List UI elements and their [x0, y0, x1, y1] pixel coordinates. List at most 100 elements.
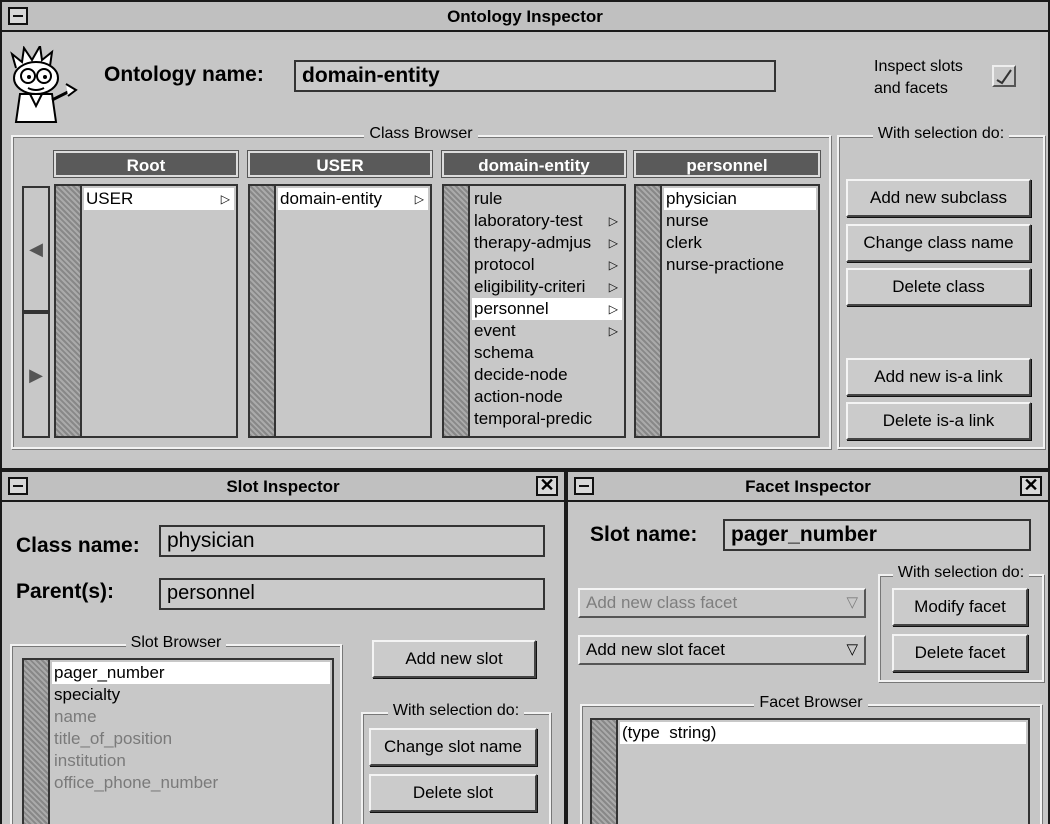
- class-item-label: nurse-practione: [666, 255, 785, 274]
- scroll-right-button[interactable]: ▶: [22, 312, 50, 438]
- class-item-label: clerk: [666, 233, 702, 252]
- professor-mascot-icon: [10, 46, 78, 123]
- add-slot-facet-dropdown[interactable]: Add new slot facet ▽: [578, 635, 866, 665]
- inspect-label-line1: Inspect slots: [874, 58, 963, 75]
- chevron-down-icon: ▽: [846, 641, 858, 658]
- add-class-facet-dropdown: Add new class facet ▽: [578, 588, 866, 618]
- slot-name-label: Slot name:: [590, 523, 698, 546]
- dropdown-label: Add new class facet: [586, 593, 738, 612]
- slot-list: pager_number specialty name title_of_pos…: [22, 658, 334, 824]
- close-icon[interactable]: ✕: [536, 476, 558, 496]
- list-stripe: [444, 186, 470, 436]
- change-slot-name-button[interactable]: Change slot name: [369, 728, 537, 766]
- expand-arrow-icon: ▷: [608, 258, 618, 272]
- class-item-label: laboratory-test: [474, 211, 583, 230]
- window-title: Facet Inspector: [745, 477, 871, 496]
- class-item-label: temporal-predic: [474, 409, 593, 428]
- parents-label: Parent(s):: [16, 580, 115, 603]
- column-header-personnel: personnel: [633, 150, 821, 178]
- class-name-field[interactable]: physician: [159, 525, 545, 557]
- parents-field[interactable]: personnel: [159, 578, 545, 610]
- class-item-label: protocol: [474, 255, 535, 274]
- class-item-domain-entity[interactable]: domain-entity ▷: [278, 188, 428, 210]
- delete-slot-button[interactable]: Delete slot: [369, 774, 537, 812]
- change-class-name-button[interactable]: Change class name: [846, 224, 1031, 262]
- class-item-temporal-predic[interactable]: temporal-predic: [472, 408, 622, 430]
- list-stripe: [24, 660, 50, 824]
- ontology-name-label: Ontology name:: [104, 63, 264, 86]
- expand-arrow-icon: ▷: [608, 214, 618, 228]
- expand-arrow-icon: ▷: [414, 192, 424, 206]
- slot-item-pager-number[interactable]: pager_number: [52, 662, 330, 684]
- class-item-therapy-admjus[interactable]: therapy-admjus ▷: [472, 232, 622, 254]
- add-isa-link-button[interactable]: Add new is-a link: [846, 358, 1031, 396]
- expand-arrow-icon: ▷: [608, 280, 618, 294]
- slot-item-specialty[interactable]: specialty: [52, 684, 330, 706]
- slot-item-institution[interactable]: institution: [52, 750, 330, 772]
- slot-item-office-phone-number[interactable]: office_phone_number: [52, 772, 330, 794]
- inspect-label-line2: and facets: [874, 80, 948, 97]
- facet-item-type-string[interactable]: (type string): [620, 722, 1026, 744]
- class-item-label: physician: [666, 189, 737, 208]
- expand-arrow-icon: ▷: [608, 236, 618, 250]
- column-header-root: Root: [53, 150, 239, 178]
- add-subclass-button[interactable]: Add new subclass: [846, 179, 1031, 217]
- class-item-physician[interactable]: physician: [664, 188, 816, 210]
- facet-titlebar[interactable]: Facet Inspector ✕: [568, 472, 1048, 502]
- class-item-clerk[interactable]: clerk: [664, 232, 816, 254]
- checkmark-icon: [996, 69, 1012, 85]
- class-item-label: domain-entity: [280, 189, 383, 208]
- class-item-personnel[interactable]: personnel ▷: [472, 298, 622, 320]
- delete-facet-button[interactable]: Delete facet: [892, 634, 1028, 672]
- ontology-titlebar[interactable]: Ontology Inspector: [2, 2, 1048, 32]
- class-item-user[interactable]: USER ▷: [84, 188, 234, 210]
- slot-name-field[interactable]: pager_number: [723, 519, 1031, 551]
- class-item-eligibility-criteri[interactable]: eligibility-criteri ▷: [472, 276, 622, 298]
- scroll-left-button[interactable]: ◀: [22, 186, 50, 312]
- class-item-label: nurse: [666, 211, 709, 230]
- class-item-schema[interactable]: schema: [472, 342, 622, 364]
- class-item-action-node[interactable]: action-node: [472, 386, 622, 408]
- class-item-label: action-node: [474, 387, 563, 406]
- class-item-protocol[interactable]: protocol ▷: [472, 254, 622, 276]
- expand-arrow-icon: ▷: [220, 192, 230, 206]
- column-header-user: USER: [247, 150, 433, 178]
- delete-class-button[interactable]: Delete class: [846, 268, 1031, 306]
- inspect-slots-checkbox[interactable]: [992, 65, 1016, 87]
- facet-selection-title: With selection do:: [892, 564, 1030, 581]
- class-item-nurse[interactable]: nurse: [664, 210, 816, 232]
- expand-arrow-icon: ▷: [608, 324, 618, 338]
- class-item-event[interactable]: event ▷: [472, 320, 622, 342]
- class-item-decide-node[interactable]: decide-node: [472, 364, 622, 386]
- window-title: Ontology Inspector: [447, 7, 603, 26]
- facet-list: (type string): [590, 718, 1030, 824]
- class-item-label: personnel: [474, 299, 549, 318]
- delete-isa-link-button[interactable]: Delete is-a link: [846, 402, 1031, 440]
- ontology-inspector-window: Ontology Inspector Ontology name: domain…: [0, 0, 1050, 470]
- close-icon[interactable]: ✕: [1020, 476, 1042, 496]
- dropdown-label: Add new slot facet: [586, 640, 725, 659]
- facet-inspector-window: Facet Inspector ✕ Slot name: pager_numbe…: [566, 470, 1050, 824]
- class-item-laboratory-test[interactable]: laboratory-test ▷: [472, 210, 622, 232]
- slot-titlebar[interactable]: Slot Inspector ✕: [2, 472, 564, 502]
- class-item-label: USER: [86, 189, 134, 208]
- class-list-personnel: physician nurse clerk nurse-practione: [634, 184, 820, 438]
- slot-item-title-of-position[interactable]: title_of_position: [52, 728, 330, 750]
- slot-browser-title: Slot Browser: [125, 634, 227, 651]
- chevron-down-icon: ▽: [846, 594, 858, 611]
- facet-browser-title: Facet Browser: [754, 694, 868, 711]
- list-stripe: [636, 186, 662, 436]
- slot-item-name[interactable]: name: [52, 706, 330, 728]
- class-name-label: Class name:: [16, 534, 140, 557]
- modify-facet-button[interactable]: Modify facet: [892, 588, 1028, 626]
- class-list-root: USER ▷: [54, 184, 238, 438]
- ontology-name-field[interactable]: domain-entity: [294, 60, 776, 92]
- expand-arrow-icon: ▷: [608, 302, 618, 316]
- add-slot-button[interactable]: Add new slot: [372, 640, 536, 678]
- class-list-domain-entity: rule laboratory-test ▷ therapy-admjus ▷ pr…: [442, 184, 626, 438]
- class-selection-title: With selection do:: [872, 125, 1010, 142]
- class-item-nurse-practione[interactable]: nurse-practione: [664, 254, 816, 276]
- class-item-rule[interactable]: rule: [472, 188, 622, 210]
- slot-selection-title: With selection do:: [387, 702, 525, 719]
- class-item-label: therapy-admjus: [474, 233, 592, 252]
